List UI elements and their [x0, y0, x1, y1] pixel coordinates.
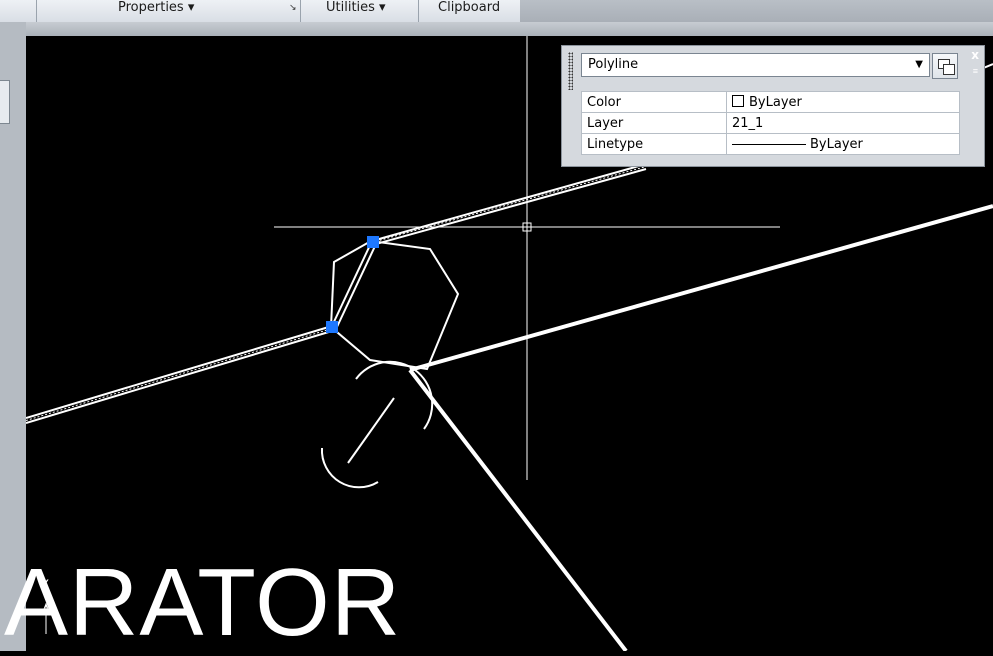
polyline-segment	[26, 325, 333, 419]
hatch-line	[26, 328, 333, 421]
ribbon-divider	[418, 0, 419, 22]
viewport-top-border	[26, 22, 993, 36]
linetype-sample-icon	[732, 143, 806, 145]
polyline-segment	[371, 163, 647, 242]
thick-line-down	[408, 368, 628, 651]
quick-select-icon[interactable]	[932, 53, 958, 79]
selected-polyline-lines	[26, 163, 647, 424]
properties-panel-title[interactable]: Properties ▾	[118, 0, 194, 22]
ribbon-empty-area	[520, 0, 993, 22]
panel-menu-icon[interactable]: ≡	[973, 66, 978, 76]
property-name: Layer	[581, 112, 727, 134]
polyline-segment	[331, 240, 373, 327]
quick-properties-panel[interactable]: Polyline ▼ x ≡ Color ByLayer Layer 21_1 …	[561, 45, 985, 167]
left-frame-tab[interactable]	[0, 80, 10, 124]
thick-line-right	[409, 204, 993, 372]
table-row[interactable]: Linetype ByLayer	[581, 133, 960, 155]
octagon-outline	[329, 239, 460, 371]
property-value[interactable]: ByLayer	[726, 91, 960, 113]
linetype-value: ByLayer	[810, 136, 863, 152]
polyline-segment	[26, 330, 333, 424]
slot-centerline	[347, 397, 395, 464]
clipboard-panel-title[interactable]: Clipboard	[438, 0, 500, 22]
property-value[interactable]: ByLayer	[726, 133, 960, 155]
ribbon-divider	[36, 0, 37, 22]
dialog-launcher-icon[interactable]: ↘	[289, 2, 297, 13]
property-name: Linetype	[581, 133, 727, 155]
hatch-line	[371, 166, 647, 243]
properties-table: Color ByLayer Layer 21_1 Linetype ByLaye…	[581, 91, 960, 155]
close-icon[interactable]: x	[971, 48, 979, 62]
grip-handle	[326, 321, 338, 333]
color-value: ByLayer	[749, 94, 802, 110]
grip-handle	[367, 236, 379, 248]
table-row[interactable]: Color ByLayer	[581, 91, 960, 113]
polyline-segment	[375, 168, 647, 245]
slot-arc-top	[355, 360, 434, 430]
table-row[interactable]: Layer 21_1	[581, 112, 960, 134]
property-name: Color	[581, 91, 727, 113]
ribbon-panel-titles: Properties ▾ ↘ Utilities ▾ Clipboard	[0, 0, 520, 23]
ribbon: Properties ▾ ↘ Utilities ▾ Clipboard	[0, 0, 993, 23]
ribbon-divider	[300, 0, 301, 22]
hatch-between-lines	[26, 166, 647, 421]
slot-arc-bottom	[320, 447, 379, 489]
drawing-text[interactable]: ARATOR	[4, 555, 401, 651]
dropdown-arrow-icon[interactable]: ▼	[915, 54, 923, 76]
color-swatch-icon	[732, 94, 744, 107]
grip-icon[interactable]	[568, 52, 573, 90]
object-type-value: Polyline	[588, 57, 639, 72]
property-value[interactable]: 21_1	[726, 112, 960, 134]
object-type-select[interactable]: Polyline ▼	[581, 53, 930, 77]
utilities-panel-title[interactable]: Utilities ▾	[326, 0, 386, 22]
